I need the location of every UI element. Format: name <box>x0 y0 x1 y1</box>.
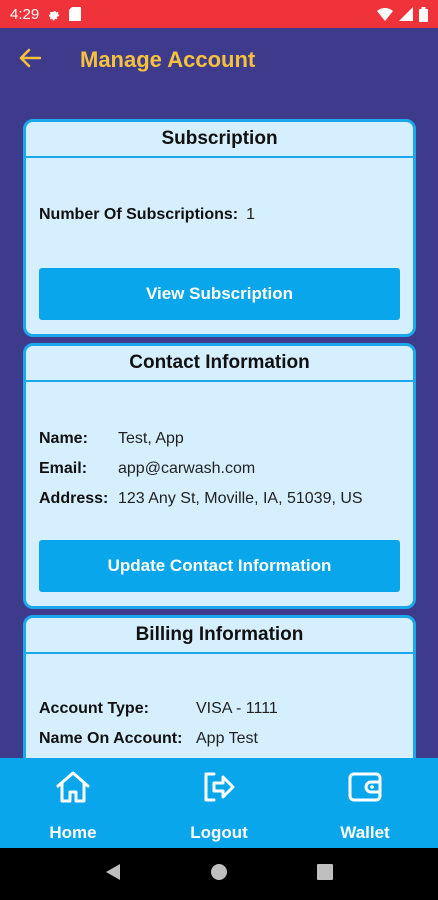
back-arrow-icon <box>19 48 42 73</box>
settings-icon <box>47 7 61 21</box>
nav-wallet[interactable]: Wallet <box>292 758 438 848</box>
contact-card: Contact Information Name: Test, App Emai… <box>23 343 416 609</box>
status-time: 4:29 <box>10 5 40 23</box>
billing-account-type-label: Account Type: <box>39 700 149 717</box>
contact-name-label: Name: <box>39 430 88 447</box>
contact-name-row: Name: Test, App <box>39 430 184 448</box>
contact-email-row: Email: app@carwash.com <box>39 460 255 478</box>
contact-header: Contact Information <box>26 346 413 382</box>
logout-icon <box>200 770 238 809</box>
contact-name-value: Test, App <box>118 430 184 447</box>
back-button[interactable] <box>0 28 60 92</box>
billing-account-type-value: VISA - 1111 <box>196 700 278 717</box>
sd-card-icon <box>69 7 82 21</box>
nav-logout[interactable]: Logout <box>146 758 292 848</box>
billing-name-row: Name On Account: App Test <box>39 730 258 748</box>
bottom-nav: Home Logout Wallet <box>0 758 438 848</box>
page-title: Manage Account <box>80 47 256 72</box>
subscription-card: Subscription Number Of Subscriptions: 1 … <box>23 119 416 337</box>
content-scroll[interactable]: Subscription Number Of Subscriptions: 1 … <box>0 92 438 758</box>
billing-account-type-row: Account Type: VISA - 1111 <box>39 700 278 718</box>
subscription-count-label: Number Of Subscriptions: <box>39 206 239 223</box>
nav-home-icon[interactable] <box>210 863 228 886</box>
wallet-icon <box>346 770 384 809</box>
update-contact-button[interactable]: Update Contact Information <box>39 540 400 592</box>
billing-name-label: Name On Account: <box>39 730 183 747</box>
billing-card: Billing Information Account Type: VISA -… <box>23 615 416 758</box>
billing-name-value: App Test <box>196 730 258 747</box>
subscription-count-row: Number Of Subscriptions: 1 <box>39 206 255 224</box>
view-subscription-button[interactable]: View Subscription <box>39 268 400 320</box>
status-bar: 4:29 <box>0 0 438 28</box>
battery-icon <box>419 6 428 22</box>
signal-icon <box>399 7 413 21</box>
home-icon <box>54 770 92 809</box>
nav-back-icon[interactable] <box>105 863 121 886</box>
nav-home-label: Home <box>49 823 97 842</box>
system-nav-bar <box>0 848 438 900</box>
billing-header: Billing Information <box>26 618 413 654</box>
contact-email-value: app@carwash.com <box>118 460 256 477</box>
contact-address-value: 123 Any St, Moville, IA, 51039, US <box>118 490 363 507</box>
contact-email-label: Email: <box>39 460 88 477</box>
subscription-count-value: 1 <box>246 206 256 223</box>
subscription-header: Subscription <box>26 122 413 158</box>
nav-home[interactable]: Home <box>0 758 146 848</box>
app-bar: Manage Account <box>0 28 438 92</box>
contact-address-row: Address: 123 Any St, Moville, IA, 51039,… <box>39 490 363 508</box>
wifi-icon <box>377 7 393 21</box>
contact-address-label: Address: <box>39 490 109 507</box>
nav-wallet-label: Wallet <box>340 823 390 842</box>
nav-recents-icon[interactable] <box>317 863 334 885</box>
nav-logout-label: Logout <box>190 823 248 842</box>
